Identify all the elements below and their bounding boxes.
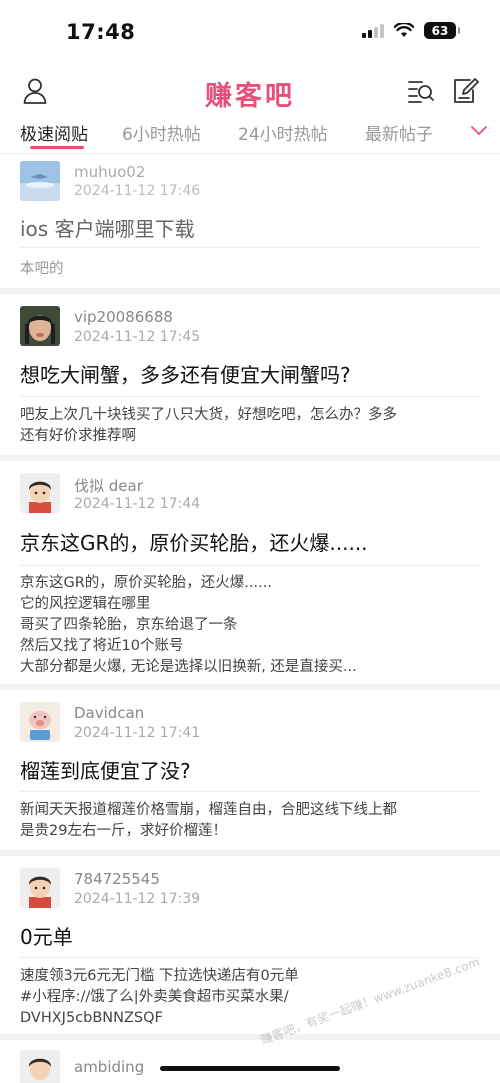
post-excerpt: 京东这GR的，原价买轮胎，还火爆...... 它的风控逻辑在哪里 哥买了四条轮胎…	[20, 573, 476, 678]
post-item[interactable]: vip20086688 2024-11-12 17:45 想吃大闸蟹，多多还有便…	[0, 298, 500, 461]
tab-quick-read[interactable]: 极速阅贴	[20, 120, 88, 145]
excerpt-line: 哥买了四条轮胎，京东给退了一条	[20, 617, 238, 633]
avatar[interactable]	[20, 702, 60, 742]
excerpt-line: 还有好价求推荐啊	[20, 428, 136, 444]
post-excerpt: 速度领3元6元无门槛 下拉选快递店有0元单 #小程序://饿了么|外卖美食超市买…	[20, 966, 476, 1029]
excerpt-line: 京东这GR的，原价买轮胎，还火爆......	[20, 575, 272, 591]
excerpt-line: 新闻天天报道榴莲价格雪崩，榴莲自由，合肥这线下线上都	[20, 802, 397, 818]
post-item[interactable]: Davidcan 2024-11-12 17:41 榴莲到底便宜了没? 新闻天天…	[0, 694, 500, 856]
post-author[interactable]: Davidcan	[74, 704, 144, 722]
tab-6h-hot[interactable]: 6小时热帖	[122, 120, 201, 145]
tab-bar: 极速阅贴 6小时热帖 24小时热帖 最新帖子	[0, 114, 500, 154]
battery-icon: 63	[424, 22, 460, 39]
avatar[interactable]	[20, 306, 60, 346]
post-title[interactable]: ios 客户端哪里下载	[20, 213, 480, 242]
avatar[interactable]	[20, 868, 60, 908]
post-time: 2024-11-12 17:41	[74, 725, 201, 741]
post-time: 2024-11-12 17:45	[74, 329, 201, 345]
excerpt-line: 然后又找了将近10个账号	[20, 638, 184, 654]
post-author[interactable]: ambiding	[74, 1058, 144, 1076]
active-tab-indicator	[30, 146, 84, 149]
excerpt-line: 它的风控逻辑在哪里	[20, 596, 151, 612]
post-time: 2024-11-12 17:46	[74, 183, 201, 199]
divider	[20, 957, 480, 958]
cellular-signal-icon	[362, 23, 384, 38]
excerpt-line: 是贵29左右一斤，求好价榴莲！	[20, 823, 227, 839]
excerpt-line: DVHXJ5cbBNNZSQF	[20, 1010, 163, 1026]
post-title[interactable]: 想吃大闸蟹，多多还有便宜大闸蟹吗?	[20, 359, 480, 388]
post-author[interactable]: muhuo02	[74, 163, 145, 181]
tab-latest[interactable]: 最新帖子	[365, 120, 433, 145]
wifi-icon	[394, 23, 414, 37]
search-list-icon[interactable]	[406, 76, 436, 106]
divider	[20, 565, 480, 566]
divider	[20, 791, 480, 792]
status-icons: 63	[362, 22, 460, 39]
post-item[interactable]: 伐拟 dear 2024-11-12 17:44 京东这GR的，原价买轮胎，还火…	[0, 465, 500, 690]
post-excerpt: 吧友上次几十块钱买了八只大货，好想吃吧，怎么办？多多 还有好价求推荐啊	[20, 405, 476, 447]
chevron-down-icon[interactable]	[470, 122, 488, 141]
app-header: 赚客吧	[0, 62, 500, 120]
tab-24h-hot[interactable]: 24小时热帖	[238, 120, 328, 145]
post-item[interactable]: 784725545 2024-11-12 17:39 0元单 速度领3元6元无门…	[0, 860, 500, 1040]
avatar[interactable]	[20, 1050, 60, 1083]
post-author[interactable]: 伐拟 dear	[74, 475, 143, 496]
home-indicator	[160, 1066, 340, 1071]
divider	[20, 247, 480, 248]
excerpt-line: 大部分都是火爆, 无论是选择以旧换新, 还是直接买...	[20, 659, 357, 675]
divider	[20, 396, 480, 397]
post-time: 2024-11-12 17:39	[74, 891, 201, 907]
post-title[interactable]: 榴莲到底便宜了没?	[20, 755, 480, 784]
post-title[interactable]: 京东这GR的，原价买轮胎，还火爆......	[20, 527, 480, 556]
post-item[interactable]: ambiding	[0, 1044, 500, 1083]
avatar[interactable]	[20, 161, 60, 201]
avatar[interactable]	[20, 473, 60, 513]
post-excerpt: 新闻天天报道榴莲价格雪崩，榴莲自由，合肥这线下线上都 是贵29左右一斤，求好价榴…	[20, 800, 476, 842]
status-bar: 17:48 63	[0, 0, 500, 62]
excerpt-line: 本吧的	[20, 261, 64, 277]
post-author[interactable]: vip20086688	[74, 308, 173, 326]
post-title[interactable]: 0元单	[20, 921, 480, 950]
post-time: 2024-11-12 17:44	[74, 496, 201, 512]
compose-icon[interactable]	[450, 76, 480, 106]
post-item[interactable]: muhuo02 2024-11-12 17:46 ios 客户端哪里下载 本吧的	[0, 155, 500, 294]
excerpt-line: 吧友上次几十块钱买了八只大货，好想吃吧，怎么办？多多	[20, 407, 397, 423]
status-time: 17:48	[66, 20, 136, 44]
post-excerpt: 本吧的	[20, 259, 476, 280]
post-author[interactable]: 784725545	[74, 870, 160, 888]
